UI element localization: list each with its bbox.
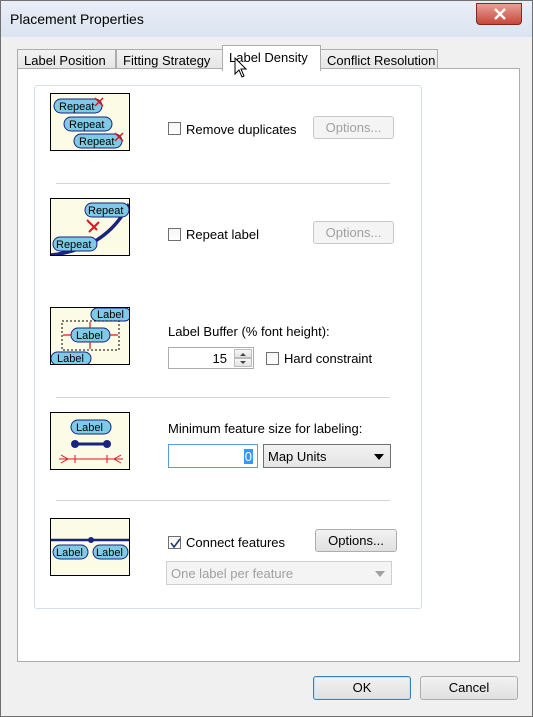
remove-duplicates-label: Remove duplicates: [186, 122, 297, 137]
units-dropdown[interactable]: Map Units: [263, 444, 391, 468]
cancel-button[interactable]: Cancel: [420, 676, 518, 700]
icon-label: Label: [56, 547, 83, 559]
repeat-label-illustration: Repeat Repeat: [50, 198, 130, 256]
repeat-label-checkbox[interactable]: [168, 228, 181, 241]
remove-duplicates-illustration: Repeat Repeat Repeat: [50, 93, 130, 151]
connect-features-illustration: Label Label: [50, 518, 130, 576]
connect-features-options-button[interactable]: Options...: [315, 529, 397, 552]
minimum-feature-size-label: Minimum feature size for labeling:: [168, 421, 363, 436]
repeat-label-label: Repeat label: [186, 227, 259, 242]
units-value: Map Units: [268, 449, 327, 464]
title-bar[interactable]: Placement Properties: [1, 1, 532, 37]
label-buffer-value: 15: [212, 351, 227, 366]
label-buffer-illustration: Label Label Label: [50, 307, 130, 365]
tab-fitting-strategy[interactable]: Fitting Strategy: [116, 49, 223, 69]
chevron-down-icon: [375, 571, 385, 577]
connect-features-checkbox[interactable]: [168, 536, 181, 549]
icon-label: Repeat: [79, 136, 114, 148]
divider: [56, 183, 390, 184]
tab-conflict-resolution[interactable]: Conflict Resolution: [320, 49, 438, 69]
icon-label: Label: [97, 309, 124, 321]
placement-properties-dialog: Placement Properties Label Position Fitt…: [0, 0, 533, 717]
connect-features-mode-value: One label per feature: [171, 566, 294, 581]
icon-label: Repeat: [88, 205, 123, 217]
chevron-down-icon: [240, 361, 246, 364]
icon-label: Repeat: [56, 239, 91, 251]
remove-duplicates-options-button[interactable]: Options...: [313, 116, 394, 139]
icon-label: Repeat: [59, 101, 94, 113]
divider: [56, 500, 390, 501]
hard-constraint-label: Hard constraint: [284, 351, 373, 366]
label-density-panel: Repeat Repeat Repeat Remove duplicates O…: [17, 68, 520, 662]
checkmark-icon: [170, 538, 181, 549]
divider: [56, 397, 390, 398]
dialog-body: Label Position Fitting Strategy Label De…: [9, 37, 526, 710]
close-icon: [494, 8, 506, 20]
spin-up-button[interactable]: [234, 349, 252, 358]
icon-label: Label: [96, 547, 123, 559]
repeat-label-options-button[interactable]: Options...: [313, 221, 394, 244]
window-title: Placement Properties: [10, 11, 144, 27]
spin-down-button[interactable]: [234, 358, 252, 367]
ok-button[interactable]: OK: [313, 676, 411, 700]
label-buffer-spinner[interactable]: 15: [168, 347, 254, 369]
hard-constraint-checkbox[interactable]: [266, 352, 279, 365]
label-buffer-label: Label Buffer (% font height):: [168, 324, 330, 339]
tab-label-position[interactable]: Label Position: [17, 49, 116, 69]
remove-duplicates-checkbox[interactable]: [168, 122, 181, 135]
icon-label: Repeat: [69, 119, 104, 131]
minimum-feature-size-value: 0: [243, 449, 253, 464]
icon-label: Label: [76, 422, 103, 434]
minimum-feature-size-illustration: Label: [50, 412, 130, 470]
chevron-down-icon: [374, 454, 384, 460]
minimum-feature-size-input[interactable]: 0: [168, 444, 258, 468]
close-button[interactable]: [476, 3, 522, 25]
mouse-cursor-icon: [234, 57, 248, 78]
connect-features-label: Connect features: [186, 535, 286, 550]
icon-label: Label: [76, 330, 103, 342]
chevron-up-icon: [240, 353, 246, 356]
icon-label: Label: [57, 353, 84, 365]
connect-features-mode-dropdown[interactable]: One label per feature: [166, 561, 392, 585]
